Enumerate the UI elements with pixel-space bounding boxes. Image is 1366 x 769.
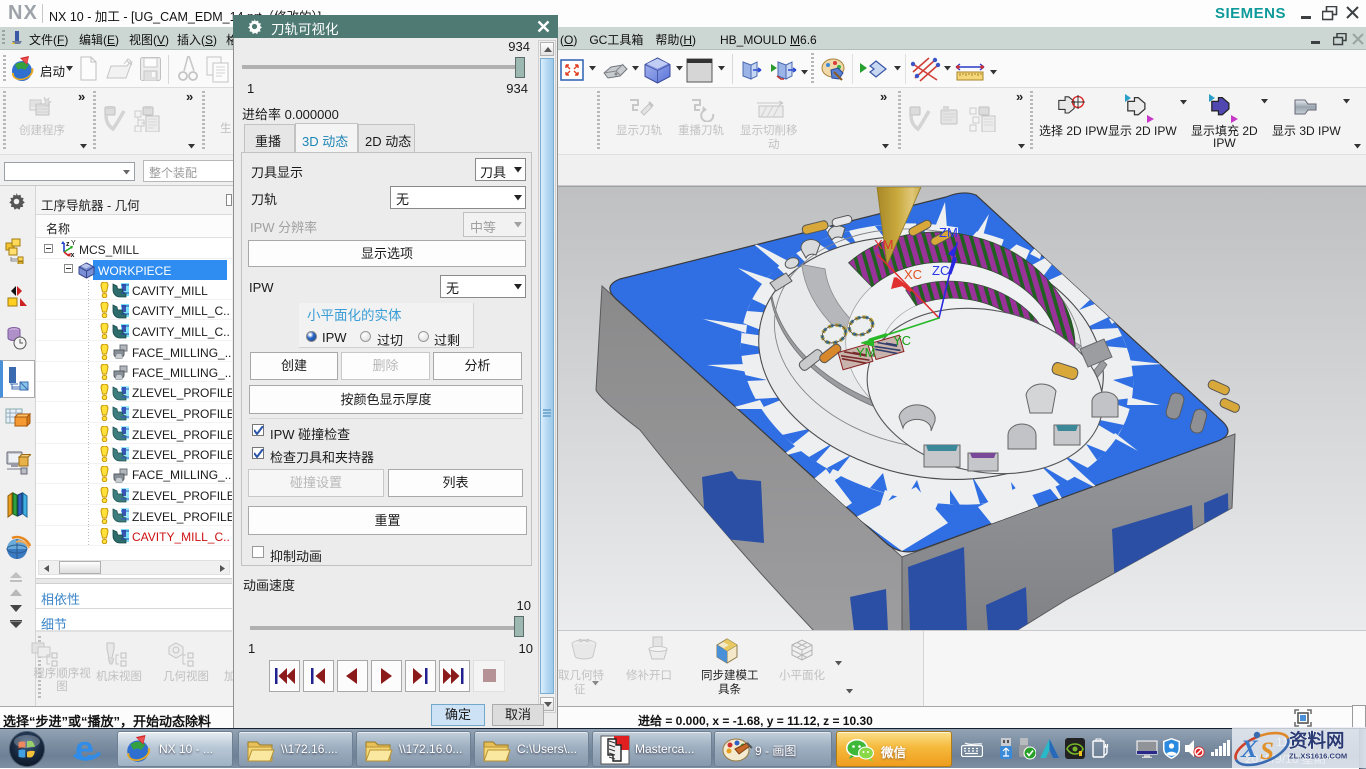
svg-text:z: z	[66, 241, 70, 248]
svg-text:XM: XM	[874, 237, 894, 252]
svg-text:X: X	[1240, 736, 1259, 763]
svg-text:ZC: ZC	[932, 263, 949, 278]
svg-text:e: e	[75, 732, 94, 766]
svg-text:S: S	[1260, 738, 1274, 765]
svg-text:XC: XC	[904, 267, 922, 282]
svg-text:ZL.XS1616.COM: ZL.XS1616.COM	[1289, 752, 1347, 761]
svg-text:资料网: 资料网	[1289, 730, 1345, 751]
svg-text:x: x	[71, 252, 75, 258]
svg-text:YM: YM	[856, 345, 876, 360]
svg-text:Y: Y	[71, 240, 76, 247]
svg-text:YC: YC	[893, 333, 911, 348]
svg-text:ZM: ZM	[939, 225, 958, 240]
